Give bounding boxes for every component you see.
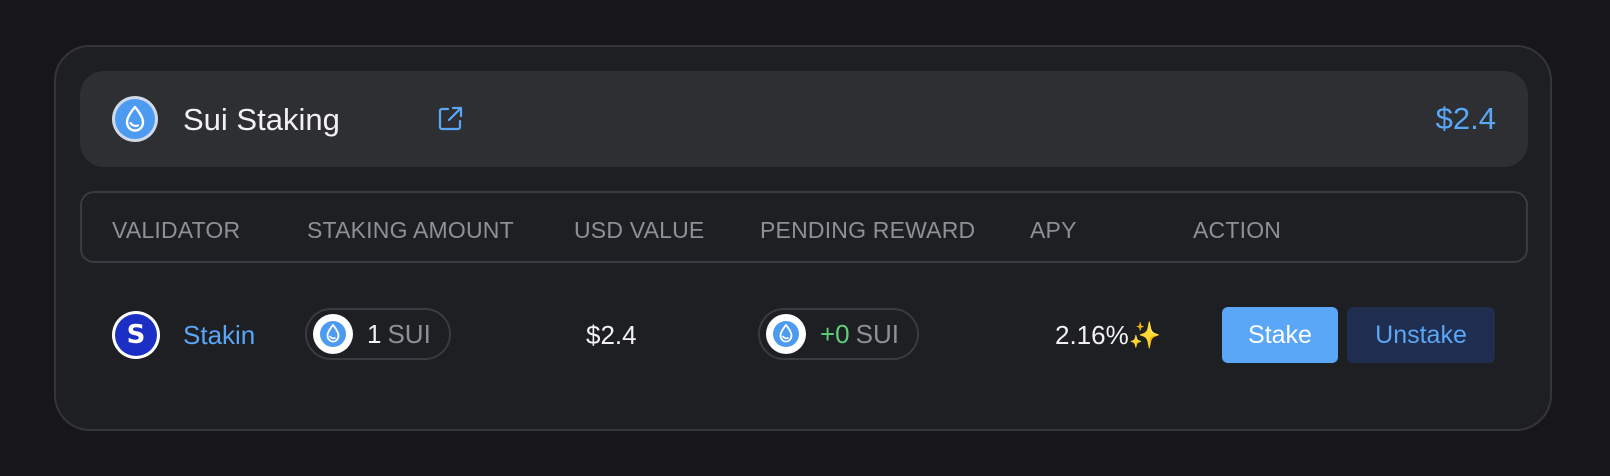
staking-header: Sui Staking $2.4 [80,71,1528,167]
stake-button[interactable]: Stake [1222,307,1338,363]
pending-reward-unit: SUI [855,319,899,349]
column-header-action: ACTION [1193,217,1282,243]
unstake-button[interactable]: Unstake [1347,307,1495,363]
pending-reward-pill: +0 SUI [758,308,919,360]
column-header-pending-reward: PENDING REWARD [760,217,976,243]
sui-logo [112,96,158,142]
pending-reward-value: +0 [820,319,850,349]
staking-amount-pill: 1 SUI [305,308,451,360]
column-header-apy: APY [1030,217,1077,243]
sui-coin-icon [313,314,353,354]
table-header: VALIDATOR STAKING AMOUNT USD VALUE PENDI… [80,191,1528,263]
sui-drop-icon [125,106,145,132]
sui-coin-icon [766,314,806,354]
apy-value: 2.16%✨ [1055,320,1162,350]
staking-amount-value: 1 [367,319,382,349]
page-title: Sui Staking [183,102,340,137]
external-link-icon[interactable] [436,105,464,133]
staking-amount-unit: SUI [387,319,431,349]
column-header-validator: VALIDATOR [112,217,241,243]
column-header-usd-value: USD VALUE [574,217,705,243]
table-row: S Stakin 1 SUI $2.4 +0 SUI 2.16%✨ Stake … [80,300,1528,370]
usd-value: $2.4 [586,320,637,350]
column-header-staking-amount: STAKING AMOUNT [307,217,514,243]
validator-name-link[interactable]: Stakin [183,320,255,350]
total-value: $2.4 [1435,101,1496,136]
validator-logo: S [112,311,160,359]
